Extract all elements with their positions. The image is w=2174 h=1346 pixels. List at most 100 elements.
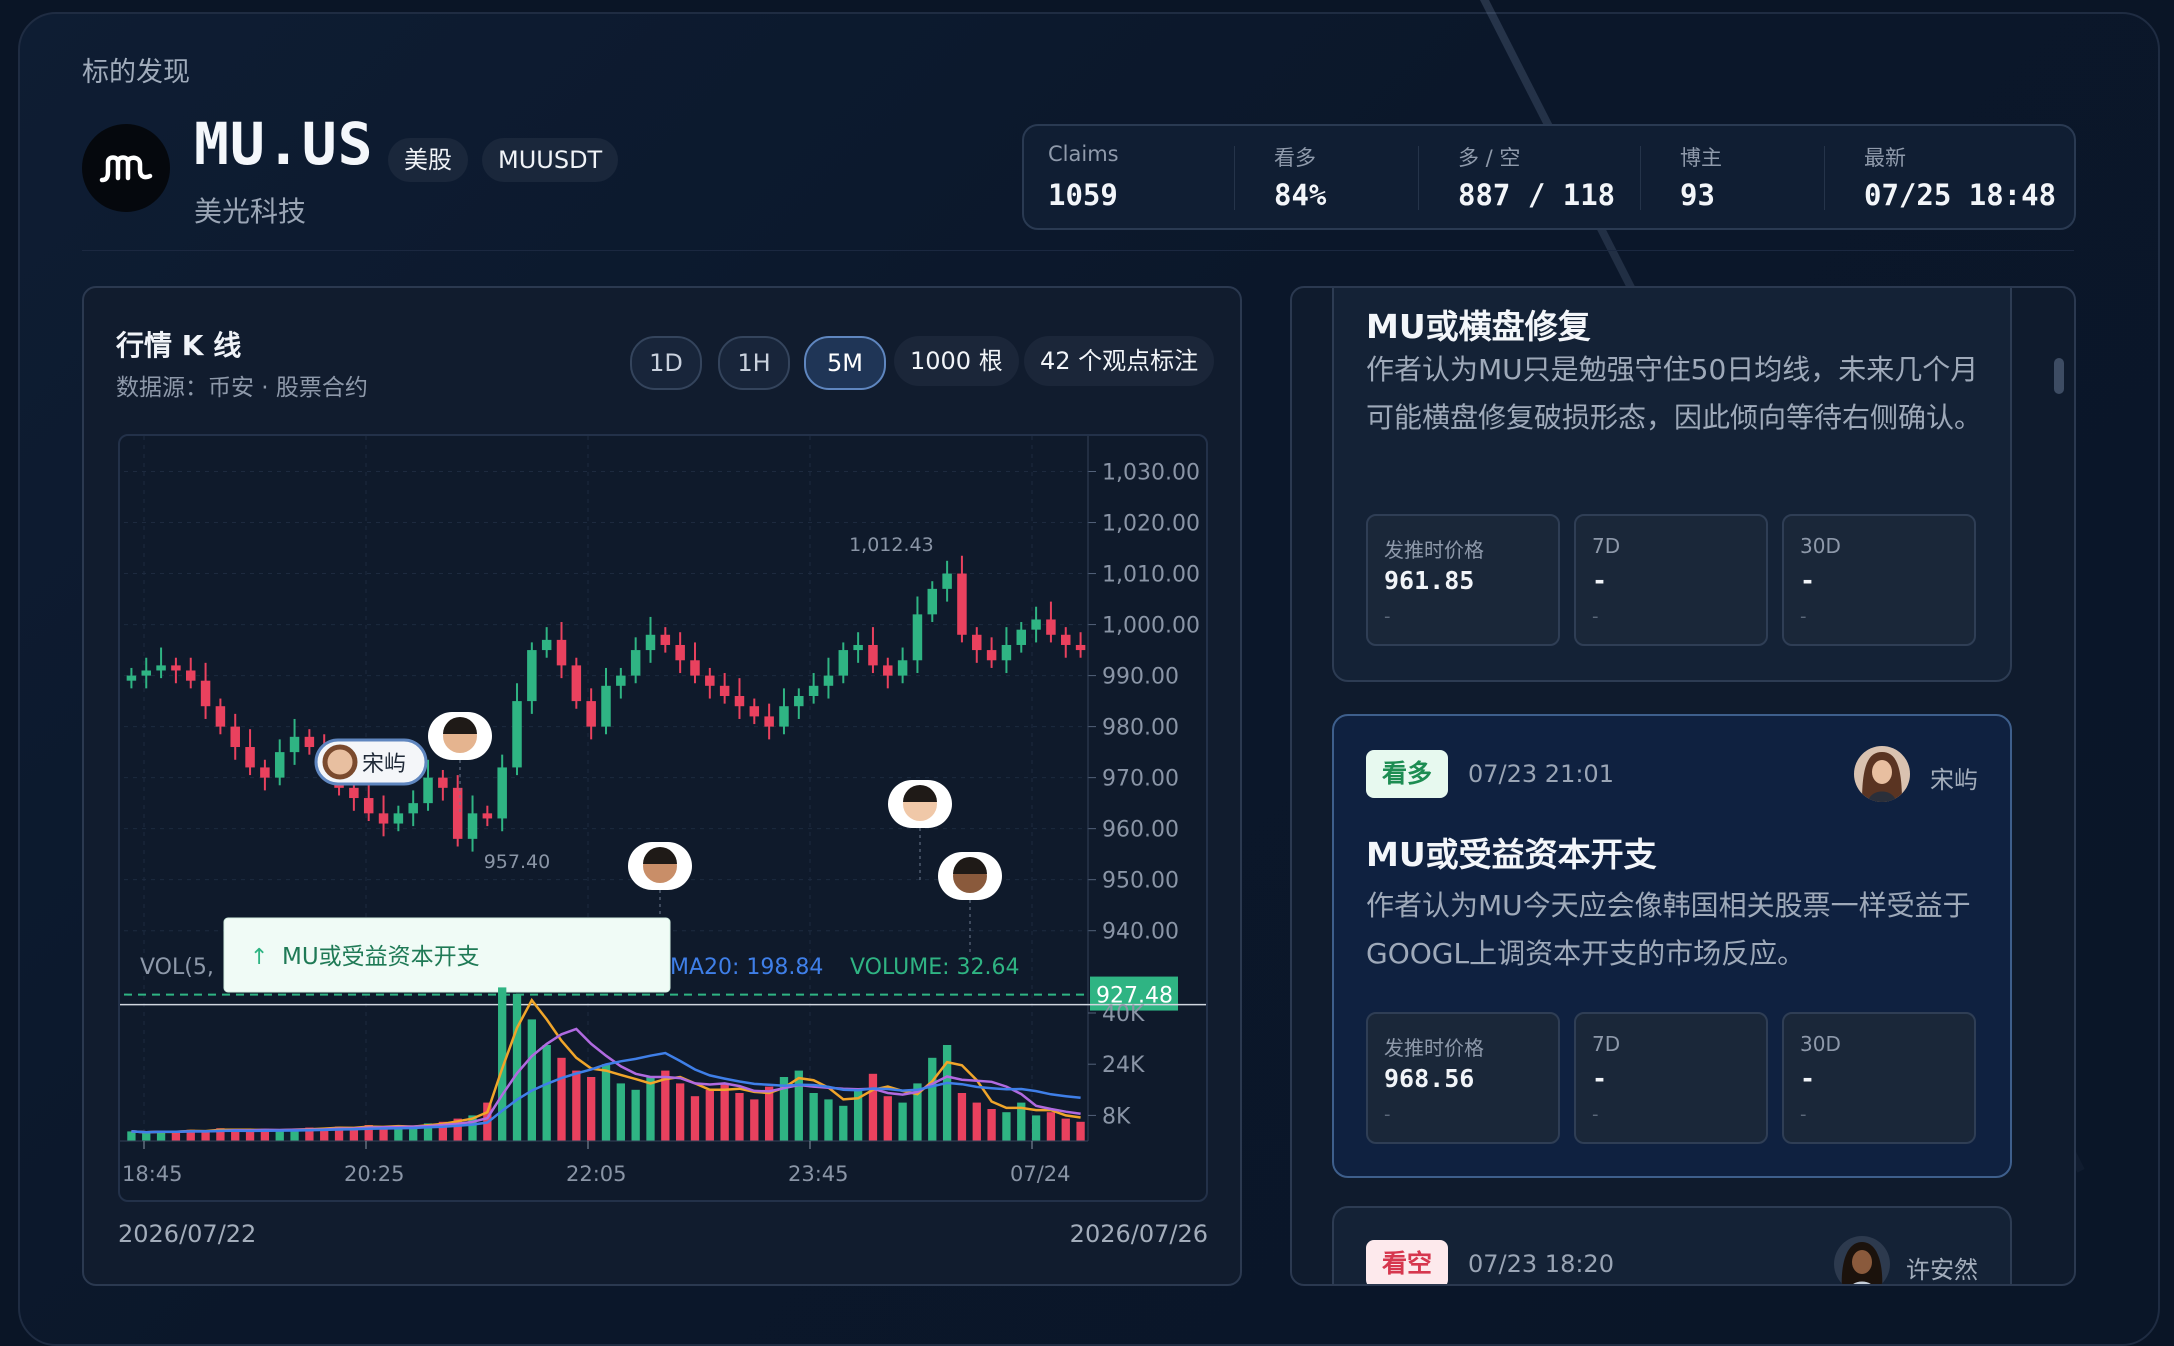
interval-1d-button[interactable]: 1D: [630, 336, 702, 390]
author-avatar[interactable]: [1854, 746, 1910, 802]
stat-value: 887 / 118: [1458, 178, 1616, 212]
volume-bar: [542, 1045, 551, 1141]
candle-body: [541, 639, 552, 651]
stat-label: Claims: [1048, 142, 1119, 166]
low-price-label: 957.40: [484, 851, 550, 873]
return-30d-box: 30D - -: [1782, 514, 1976, 646]
box-sub: -: [1800, 1104, 1807, 1125]
price-tick-label: 960.00: [1102, 818, 1179, 843]
candle-body: [883, 665, 893, 676]
chart-plot[interactable]: 1,030.00 1,020.00 1,010.00 1,000.00 990.00 98…: [118, 434, 1208, 1202]
volume-bar: [275, 1130, 284, 1141]
interval-1h-button[interactable]: 1H: [718, 336, 790, 390]
candle-body: [230, 726, 240, 748]
author-marker-name: 宋屿: [362, 752, 406, 777]
author-avatar[interactable]: [1834, 1236, 1890, 1284]
candle-body: [1061, 634, 1071, 645]
volume-tick-label: 40K: [1102, 1002, 1145, 1027]
candle-body: [245, 747, 255, 768]
candle-body: [200, 680, 211, 707]
candle-body: [556, 639, 567, 666]
return-7d-box: 7D - -: [1574, 514, 1768, 646]
post-title: MU或受益资本开支: [1366, 835, 1657, 874]
candle-body: [764, 716, 774, 727]
time-tick-label: 22:05: [566, 1162, 627, 1186]
box-value: 968.56: [1384, 1064, 1475, 1093]
candle-body: [897, 660, 908, 676]
candle-body: [779, 706, 789, 727]
box-value: -: [1592, 1064, 1608, 1093]
price-tick-label: 990.00: [1102, 665, 1179, 690]
volume-tick-label: 24K: [1102, 1053, 1145, 1078]
candle-body: [512, 701, 522, 768]
post-card[interactable]: MU或横盘修复 作者认为MU只是勉强守住50日均线，未来几个月可能横盘修复破损形…: [1332, 288, 2012, 682]
stat-label: 最新: [1864, 146, 1906, 170]
candle-body: [690, 660, 700, 676]
candle-body: [734, 696, 745, 707]
volume-legend-prefix: VOL(5,: [140, 955, 214, 980]
candle-body: [467, 813, 478, 839]
volume-bar: [1031, 1115, 1041, 1141]
chart-source: 数据源：币安 · 股票合约: [116, 375, 368, 401]
stat-value: 07/25 18:48: [1864, 178, 2057, 212]
box-label: 7D: [1592, 534, 1621, 558]
box-value: 961.85: [1384, 566, 1475, 595]
box-sub: -: [1592, 606, 1599, 627]
box-label: 发推时价格: [1384, 1036, 1484, 1060]
candle-body: [957, 573, 967, 635]
candle-body: [808, 685, 819, 696]
post-card[interactable]: 看空 07/23 18:20 许安然: [1332, 1206, 2012, 1284]
candle-body: [1031, 619, 1041, 630]
box-label: 30D: [1800, 534, 1841, 558]
candle-body: [438, 777, 448, 788]
volume-bar: [142, 1133, 151, 1141]
price-at-post-box: 发推时价格 961.85 -: [1366, 514, 1560, 646]
post-body: 作者认为MU只是勉强守住50日均线，未来几个月可能横盘修复破损形态，因此倾向等待…: [1366, 353, 1983, 434]
volume-bar: [750, 1099, 759, 1141]
page-eyebrow: 标的发现: [82, 57, 190, 88]
post-author[interactable]: 宋屿: [1930, 760, 1978, 795]
bearish-badge: 看空: [1366, 1240, 1448, 1284]
candle-body: [408, 803, 418, 814]
feed-scrollbar[interactable]: [2054, 358, 2064, 394]
candle-body: [1001, 644, 1012, 661]
stat-label: 博主: [1680, 146, 1722, 170]
candle-body: [482, 813, 493, 819]
price-tick-label: 1,000.00: [1102, 614, 1200, 639]
stat-label: 多 / 空: [1458, 146, 1521, 170]
candle-body: [215, 706, 226, 727]
box-value: -: [1800, 566, 1816, 595]
high-price-label: 1,012.43: [849, 534, 934, 556]
volume-bar: [1046, 1112, 1056, 1141]
volume-value-label: VOLUME: 32.64: [850, 955, 1020, 980]
post-author[interactable]: 许安然: [1906, 1250, 1978, 1284]
post-time: 07/23 18:20: [1468, 1250, 1614, 1278]
price-tick-label: 950.00: [1102, 869, 1179, 894]
opinion-feed[interactable]: MU或横盘修复 作者认为MU只是勉强守住50日均线，未来几个月可能横盘修复破损形…: [1290, 286, 2076, 1286]
candle-body: [586, 701, 596, 727]
volume-bar: [868, 1073, 878, 1141]
candle-body: [260, 767, 270, 778]
bar-count-chip: 1000 根: [894, 336, 1019, 386]
candle-body: [527, 650, 537, 702]
stat-divider: [1640, 146, 1641, 210]
volume-bar: [557, 1057, 566, 1141]
candle-body: [630, 650, 641, 676]
candle-body: [126, 675, 137, 681]
stat-divider: [1234, 146, 1235, 210]
candle-body: [141, 670, 151, 676]
interval-5m-button[interactable]: 5M: [804, 336, 886, 390]
post-card-selected[interactable]: 看多 07/23 21:01 宋屿 MU或受益资本开支 作者认为MU今天应会像韩…: [1332, 714, 2012, 1178]
box-label: 30D: [1800, 1032, 1841, 1056]
time-tick-label: 07/24: [1010, 1162, 1071, 1186]
candle-body: [942, 573, 952, 589]
candle-body: [363, 798, 374, 814]
volume-bar: [839, 1105, 848, 1141]
volume-bar: [676, 1083, 685, 1141]
volume-bar: [898, 1102, 907, 1141]
candle-body: [838, 650, 849, 676]
volume-bar: [705, 1089, 714, 1141]
candle-body: [616, 675, 626, 686]
candle-body: [972, 634, 982, 651]
kline-chart[interactable]: 1,030.00 1,020.00 1,010.00 1,000.00 990.00 98…: [120, 436, 1206, 1200]
